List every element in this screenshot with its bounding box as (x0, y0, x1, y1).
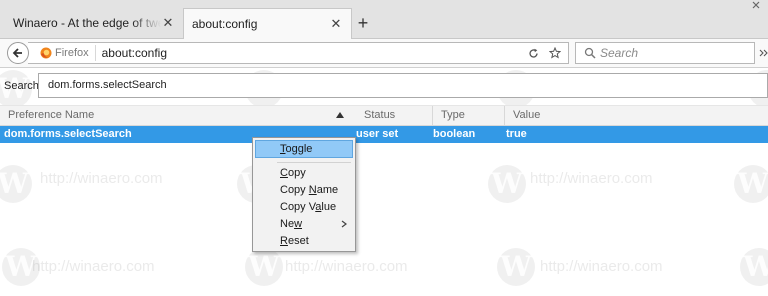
config-search-label: Search: (4, 80, 42, 92)
menu-item-copy-label: opy (287, 167, 306, 179)
column-preference-name[interactable]: Preference Name (0, 106, 356, 125)
search-bar[interactable]: Search (575, 42, 755, 64)
watermark-logo: W (0, 165, 32, 203)
pref-type-cell: boolean (433, 128, 476, 140)
watermark-text: http://winaero.com (530, 170, 653, 187)
close-icon[interactable]: ✕ (329, 16, 343, 31)
menu-item-copy-name[interactable]: Copy Name (255, 181, 353, 199)
star-icon[interactable] (544, 47, 566, 59)
pref-name-cell: dom.forms.selectSearch (4, 128, 132, 140)
menu-separator (277, 162, 351, 163)
menu-item-copy-value[interactable]: Copy Value (255, 198, 353, 216)
config-search-input[interactable]: dom.forms.selectSearch (38, 73, 768, 98)
overflow-menu-icon[interactable] (759, 47, 768, 59)
menu-item-new[interactable]: New (255, 215, 353, 233)
close-window-icon[interactable] (744, 0, 768, 12)
watermark-logo: W (245, 248, 283, 286)
sort-ascending-icon (336, 112, 344, 118)
search-icon (584, 47, 596, 59)
watermark-logo: W (740, 248, 768, 286)
column-value[interactable]: Value (504, 106, 768, 125)
column-type[interactable]: Type (432, 106, 504, 125)
column-status[interactable]: Status (356, 106, 432, 125)
firefox-logo-icon (40, 47, 52, 59)
menu-item-toggle-label: oggle (285, 143, 313, 155)
new-tab-button[interactable]: + (354, 14, 372, 32)
menu-item-copy-value-label: Copy Value (280, 201, 337, 213)
close-icon[interactable]: ✕ (161, 15, 175, 30)
watermark-text: http://winaero.com (40, 170, 163, 187)
tab-winaero[interactable]: Winaero - At the edge of tweaking ✕ (5, 8, 183, 38)
tab-title: Winaero - At the edge of tweaking (13, 16, 161, 30)
url-bar[interactable]: Firefox about:config (28, 42, 569, 64)
back-button[interactable] (7, 42, 29, 64)
preferences-column-header: Preference Name Status Type Value (0, 105, 768, 126)
context-menu: Toggle Copy Copy Name Copy Value New Res… (252, 137, 356, 252)
watermark-logo: W (488, 165, 526, 203)
pref-status-cell: user set (356, 128, 399, 140)
menu-item-reset[interactable]: Reset (255, 232, 353, 250)
tab-title: about:config (192, 17, 258, 31)
menu-item-copy[interactable]: Copy (255, 164, 353, 182)
submenu-arrow-icon (341, 220, 347, 228)
tab-about-config[interactable]: about:config ✕ (183, 8, 352, 39)
identity-label: Firefox (55, 47, 89, 59)
identity-box[interactable]: Firefox (40, 45, 96, 61)
reload-icon[interactable] (522, 48, 544, 59)
watermark-logo: W (497, 248, 535, 286)
tab-strip: Winaero - At the edge of tweaking ✕ abou… (0, 0, 768, 39)
watermark-logo: W (734, 165, 768, 203)
watermark-text: http://winaero.com (32, 258, 155, 275)
navigation-toolbar: Firefox about:config Search (0, 39, 768, 68)
menu-item-reset-label: eset (287, 235, 309, 247)
table-row[interactable]: dom.forms.selectSearch user set boolean … (0, 126, 768, 143)
config-search-row: Search: dom.forms.selectSearch (0, 72, 768, 100)
search-placeholder: Search (600, 46, 639, 60)
menu-item-new-label: New (280, 218, 303, 230)
back-arrow-icon (12, 48, 22, 58)
watermark-text: http://winaero.com (285, 258, 408, 275)
watermark-text: http://winaero.com (540, 258, 663, 275)
url-text[interactable]: about:config (102, 46, 522, 60)
menu-item-copy-name-label: Copy Name (280, 184, 339, 196)
pref-value-cell: true (506, 128, 527, 140)
menu-item-toggle[interactable]: Toggle (255, 140, 353, 158)
